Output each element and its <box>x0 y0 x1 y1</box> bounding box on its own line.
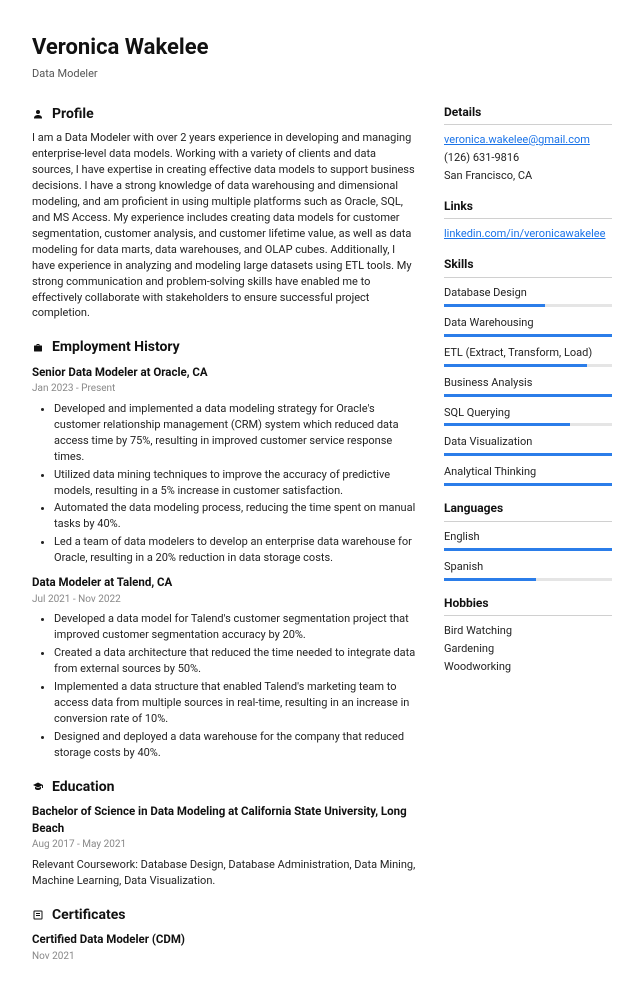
divider <box>444 277 612 278</box>
language-item-bar-fill <box>444 578 536 581</box>
skill-item-bar <box>444 483 612 486</box>
language-item-bar <box>444 578 612 581</box>
skill-item: Data Visualization <box>444 434 612 456</box>
columns: Profile I am a Data Modeler with over 2 … <box>32 104 612 980</box>
skill-item-bar <box>444 453 612 456</box>
skills-heading: Skills <box>444 256 612 273</box>
certificate-icon <box>32 909 44 921</box>
education-degree: Bachelor of Science in Data Modeling at … <box>32 803 418 836</box>
hobby-item: Bird Watching <box>444 623 612 639</box>
language-item-label: English <box>444 529 612 545</box>
skill-item: ETL (Extract, Transform, Load) <box>444 345 612 367</box>
skill-item-label: Data Visualization <box>444 434 612 450</box>
person-name: Veronica Wakelee <box>32 32 612 64</box>
divider <box>444 218 612 219</box>
divider <box>444 615 612 616</box>
education-section: Education Bachelor of Science in Data Mo… <box>32 777 418 889</box>
job-bullets: Developed a data model for Talend's cust… <box>32 611 418 760</box>
skill-item-label: SQL Querying <box>444 405 612 421</box>
job-dates: Jan 2023 - Present <box>32 382 418 397</box>
skill-item: Data Warehousing <box>444 315 612 337</box>
certificate-title: Certified Data Modeler (CDM) <box>32 931 418 948</box>
employment-section: Employment History Senior Data Modeler a… <box>32 337 418 760</box>
details-section: Details veronica.wakelee@gmail.com (126)… <box>444 104 612 184</box>
skill-item-bar-fill <box>444 334 612 337</box>
employment-heading: Employment History <box>52 337 180 357</box>
job-bullet: Automated the data modeling process, red… <box>54 500 418 532</box>
job-bullet: Developed and implemented a data modelin… <box>54 401 418 465</box>
side-column: Details veronica.wakelee@gmail.com (126)… <box>444 104 612 980</box>
email-link[interactable]: veronica.wakelee@gmail.com <box>444 132 612 148</box>
skill-item-bar-fill <box>444 304 545 307</box>
job-bullet: Developed a data model for Talend's cust… <box>54 611 418 643</box>
skill-item: SQL Querying <box>444 405 612 427</box>
job-bullet: Utilized data mining techniques to impro… <box>54 467 418 499</box>
language-item-label: Spanish <box>444 559 612 575</box>
job-bullets: Developed and implemented a data modelin… <box>32 401 418 566</box>
details-heading: Details <box>444 104 612 121</box>
education-heading: Education <box>52 777 114 797</box>
divider <box>444 124 612 125</box>
skill-item-bar <box>444 364 612 367</box>
language-item-bar-fill <box>444 548 612 551</box>
hobby-item: Gardening <box>444 641 612 657</box>
job: Senior Data Modeler at Oracle, CAJan 202… <box>32 364 418 567</box>
skill-item: Analytical Thinking <box>444 464 612 486</box>
language-item: Spanish <box>444 559 612 581</box>
skill-item-bar-fill <box>444 394 612 397</box>
hobbies-section: Hobbies Bird Watching Gardening Woodworkin… <box>444 595 612 675</box>
skill-item-label: Business Analysis <box>444 375 612 391</box>
skill-item-bar-fill <box>444 423 570 426</box>
links-section: Links linkedin.com/in/veronicawakelee <box>444 198 612 242</box>
certificates-section: Certificates Certified Data Modeler (CDM… <box>32 905 418 964</box>
main-column: Profile I am a Data Modeler with over 2 … <box>32 104 418 980</box>
hobbies-heading: Hobbies <box>444 595 612 612</box>
certificate-dates: Nov 2021 <box>32 950 418 965</box>
skill-item-bar-fill <box>444 453 612 456</box>
job: Data Modeler at Talend, CA Jul 2021 - Nov… <box>32 574 418 761</box>
location-text: San Francisco, CA <box>444 168 612 184</box>
briefcase-icon <box>32 342 44 354</box>
languages-heading: Languages <box>444 500 612 517</box>
education-dates: Aug 2017 - May 2021 <box>32 838 418 853</box>
profile-text: I am a Data Modeler with over 2 years ex… <box>32 130 418 321</box>
skills-section: Skills Database Design Data Warehousing ET… <box>444 256 612 486</box>
skill-item-label: Analytical Thinking <box>444 464 612 480</box>
job-bullet: Implemented a data structure that enable… <box>54 679 418 727</box>
links-heading: Links <box>444 198 612 215</box>
job-bullet: Designed and deployed a data warehouse f… <box>54 729 418 761</box>
skill-item: Business Analysis <box>444 375 612 397</box>
divider <box>444 521 612 522</box>
header: Veronica Wakelee Data Modeler <box>32 32 612 82</box>
skill-item-bar-fill <box>444 483 612 486</box>
skill-item-label: ETL (Extract, Transform, Load) <box>444 345 612 361</box>
job-title: Senior Data Modeler at Oracle, CA <box>32 364 418 381</box>
language-item: English <box>444 529 612 551</box>
phone-text: (126) 631-9816 <box>444 150 612 166</box>
job-bullet: Led a team of data modelers to develop a… <box>54 534 418 566</box>
graduation-cap-icon <box>32 781 44 793</box>
job-bullet: Created a data architecture that reduced… <box>54 645 418 677</box>
profile-section: Profile I am a Data Modeler with over 2 … <box>32 104 418 322</box>
languages-section: Languages English Spanish <box>444 500 612 580</box>
certificates-heading: Certificates <box>52 905 125 925</box>
skill-item-label: Data Warehousing <box>444 315 612 331</box>
skill-item-label: Database Design <box>444 285 612 301</box>
skill-item-bar <box>444 394 612 397</box>
skill-item-bar <box>444 304 612 307</box>
education-desc: Relevant Coursework: Database Design, Da… <box>32 857 418 889</box>
profile-heading: Profile <box>52 104 94 124</box>
person-title: Data Modeler <box>32 66 612 82</box>
skill-item-bar-fill <box>444 364 587 367</box>
hobby-item: Woodworking <box>444 659 612 675</box>
job-title: Data Modeler at Talend, CA <box>32 574 418 591</box>
skill-item-bar <box>444 423 612 426</box>
job-dates: Jul 2021 - Nov 2022 <box>32 593 418 608</box>
language-item-bar <box>444 548 612 551</box>
person-icon <box>32 108 44 120</box>
skill-item-bar <box>444 334 612 337</box>
linkedin-link[interactable]: linkedin.com/in/veronicawakelee <box>444 226 612 242</box>
skill-item: Database Design <box>444 285 612 307</box>
